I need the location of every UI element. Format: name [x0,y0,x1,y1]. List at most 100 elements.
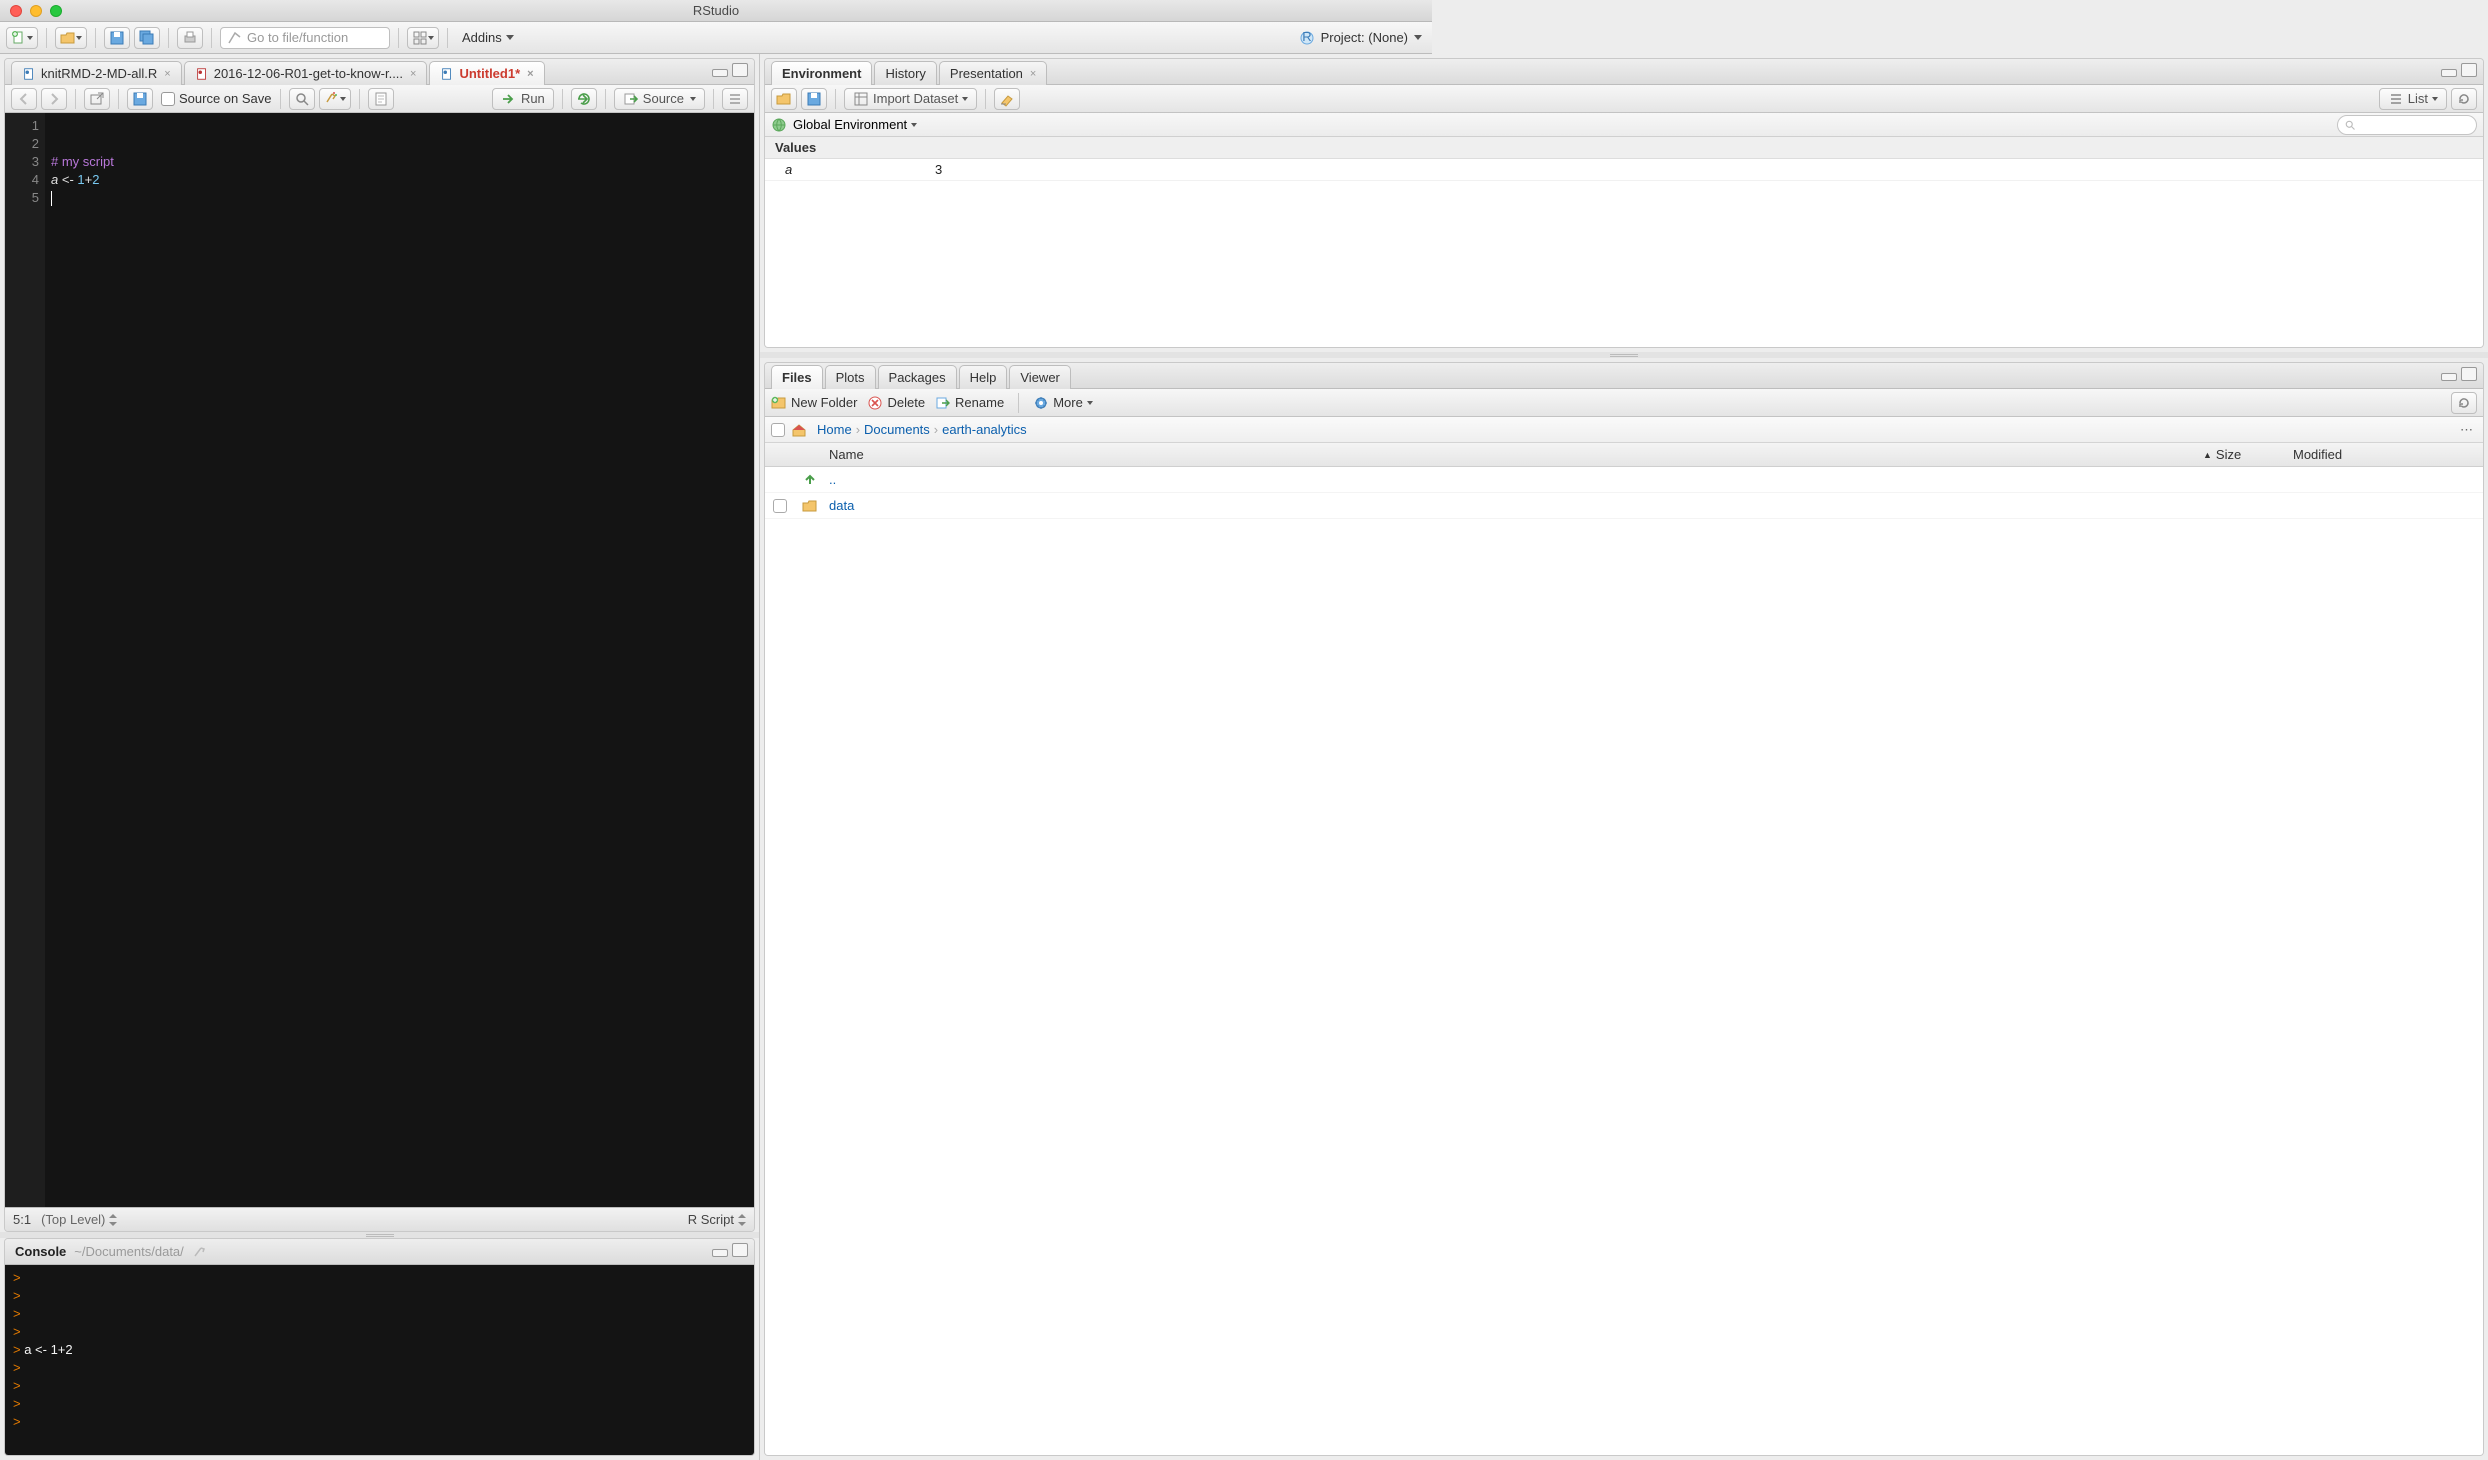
tab-label: History [885,66,925,81]
new-folder-button[interactable]: New Folder [771,395,857,411]
col-name-header[interactable]: Name [825,447,2203,462]
run-button[interactable]: Run [492,88,554,110]
source-on-save-checkbox[interactable]: Source on Save [161,91,272,106]
tab-label: Files [782,370,812,385]
row-checkbox[interactable] [773,499,787,513]
files-breadcrumb: Home › Documents › earth-analytics ⋯ [765,417,2483,443]
env-body: Values a3 [765,137,2483,347]
minimize-files-button[interactable] [2441,373,2457,381]
more-button[interactable]: More [1033,395,1093,411]
console-popout-icon[interactable] [192,1244,208,1260]
minimize-console-button[interactable] [712,1249,728,1257]
new-file-button[interactable] [6,27,38,49]
env-scope-selector[interactable]: Global Environment [793,117,917,132]
minimize-pane-button[interactable] [712,69,728,77]
files-pane: FilesPlotsPackagesHelpViewer New Folder … [764,362,2484,1456]
forward-button[interactable] [41,88,67,110]
goto-file-function-input[interactable]: Go to file/function [220,27,390,49]
outline-button[interactable] [722,88,748,110]
up-arrow-icon [802,472,818,488]
minimize-env-button[interactable] [2441,69,2457,77]
breadcrumb-link[interactable]: Home [817,422,852,437]
save-source-button[interactable] [127,88,153,110]
file-row[interactable]: .. [765,467,2483,493]
col-size-header[interactable]: ▲Size [2203,447,2293,462]
globe-icon [771,117,787,133]
project-menu[interactable]: R Project: (None) [1299,30,1426,46]
env-toolbar: Import Dataset List [765,85,2483,113]
save-button[interactable] [104,27,130,49]
save-workspace-button[interactable] [801,88,827,110]
open-project-button[interactable] [55,27,87,49]
source-button[interactable]: Source [614,88,705,110]
source-tab[interactable]: knitRMD-2-MD-all.R× [11,61,182,85]
grid-tools-button[interactable] [407,27,439,49]
files-tab[interactable]: Help [959,365,1008,389]
close-tab-icon[interactable]: × [1030,68,1036,80]
env-search-input[interactable] [2337,115,2477,135]
env-tab[interactable]: History [874,61,936,85]
breadcrumb-more-button[interactable]: ⋯ [2460,422,2475,438]
file-name[interactable]: .. [825,472,2203,487]
select-all-checkbox[interactable] [771,423,785,437]
source-tabs: knitRMD-2-MD-all.R×2016-12-06-R01-get-to… [5,59,754,85]
code-editor[interactable]: # my scripta <- 1+2 [45,113,754,1207]
file-icon [440,67,454,81]
maximize-pane-button[interactable] [732,63,748,77]
load-workspace-button[interactable] [771,88,797,110]
source-statusbar: 5:1 (Top Level) R Script [5,1207,754,1231]
chevron-icon: › [856,422,860,437]
refresh-env-button[interactable] [2451,88,2477,110]
maximize-env-button[interactable] [2461,63,2477,77]
file-icon [22,67,36,81]
rename-button[interactable]: Rename [935,395,1004,411]
breadcrumb-link[interactable]: earth-analytics [942,422,1027,437]
scope-selector[interactable]: (Top Level) [41,1212,117,1227]
tab-label: Untitled1* [459,66,520,81]
addins-menu[interactable]: Addins [456,30,520,45]
back-button[interactable] [11,88,37,110]
source-tab[interactable]: 2016-12-06-R01-get-to-know-r....× [184,61,428,85]
maximize-console-button[interactable] [732,1243,748,1257]
console-working-dir[interactable]: ~/Documents/data/ [74,1244,183,1259]
files-tab[interactable]: Packages [878,365,957,389]
cursor-position: 5:1 [13,1212,31,1227]
env-tabs: Environment History Presentation× [765,59,2483,85]
goto-placeholder: Go to file/function [247,30,348,45]
files-tab[interactable]: Files [771,365,823,389]
right-splitter[interactable] [760,352,2488,358]
import-dataset-button[interactable]: Import Dataset [844,88,977,110]
source-tab[interactable]: Untitled1* × [429,61,544,85]
file-type-selector[interactable]: R Script [688,1212,746,1227]
source-toolbar: Source on Save Run So [5,85,754,113]
close-tab-icon[interactable]: × [410,68,416,80]
delete-button[interactable]: Delete [867,395,925,411]
rerun-button[interactable] [571,88,597,110]
home-icon[interactable] [791,422,807,438]
maximize-files-button[interactable] [2461,367,2477,381]
file-name[interactable]: data [825,498,2203,513]
code-tools-button[interactable] [319,88,351,110]
close-tab-icon[interactable]: × [164,68,170,80]
files-tab[interactable]: Plots [825,365,876,389]
clear-workspace-button[interactable] [994,88,1020,110]
col-modified-header[interactable]: Modified [2293,447,2483,462]
save-all-button[interactable] [134,27,160,49]
breadcrumb-link[interactable]: Documents [864,422,930,437]
env-view-mode-button[interactable]: List [2379,88,2447,110]
console[interactable]: >>>>> a <- 1+2>>>> [5,1265,754,1455]
files-tab[interactable]: Viewer [1009,365,1071,389]
env-variable-row[interactable]: a3 [765,159,2483,181]
popout-button[interactable] [84,88,110,110]
env-tab[interactable]: Environment [771,61,872,85]
refresh-files-button[interactable] [2451,392,2477,414]
source-pane: knitRMD-2-MD-all.R×2016-12-06-R01-get-to… [4,58,755,1232]
chevron-icon: › [934,422,938,437]
env-tab[interactable]: Presentation× [939,61,1047,85]
print-button[interactable] [177,27,203,49]
env-section-header: Values [765,137,2483,159]
close-tab-icon[interactable]: × [527,68,533,80]
compile-report-button[interactable] [368,88,394,110]
find-replace-button[interactable] [289,88,315,110]
file-row[interactable]: data [765,493,2483,519]
